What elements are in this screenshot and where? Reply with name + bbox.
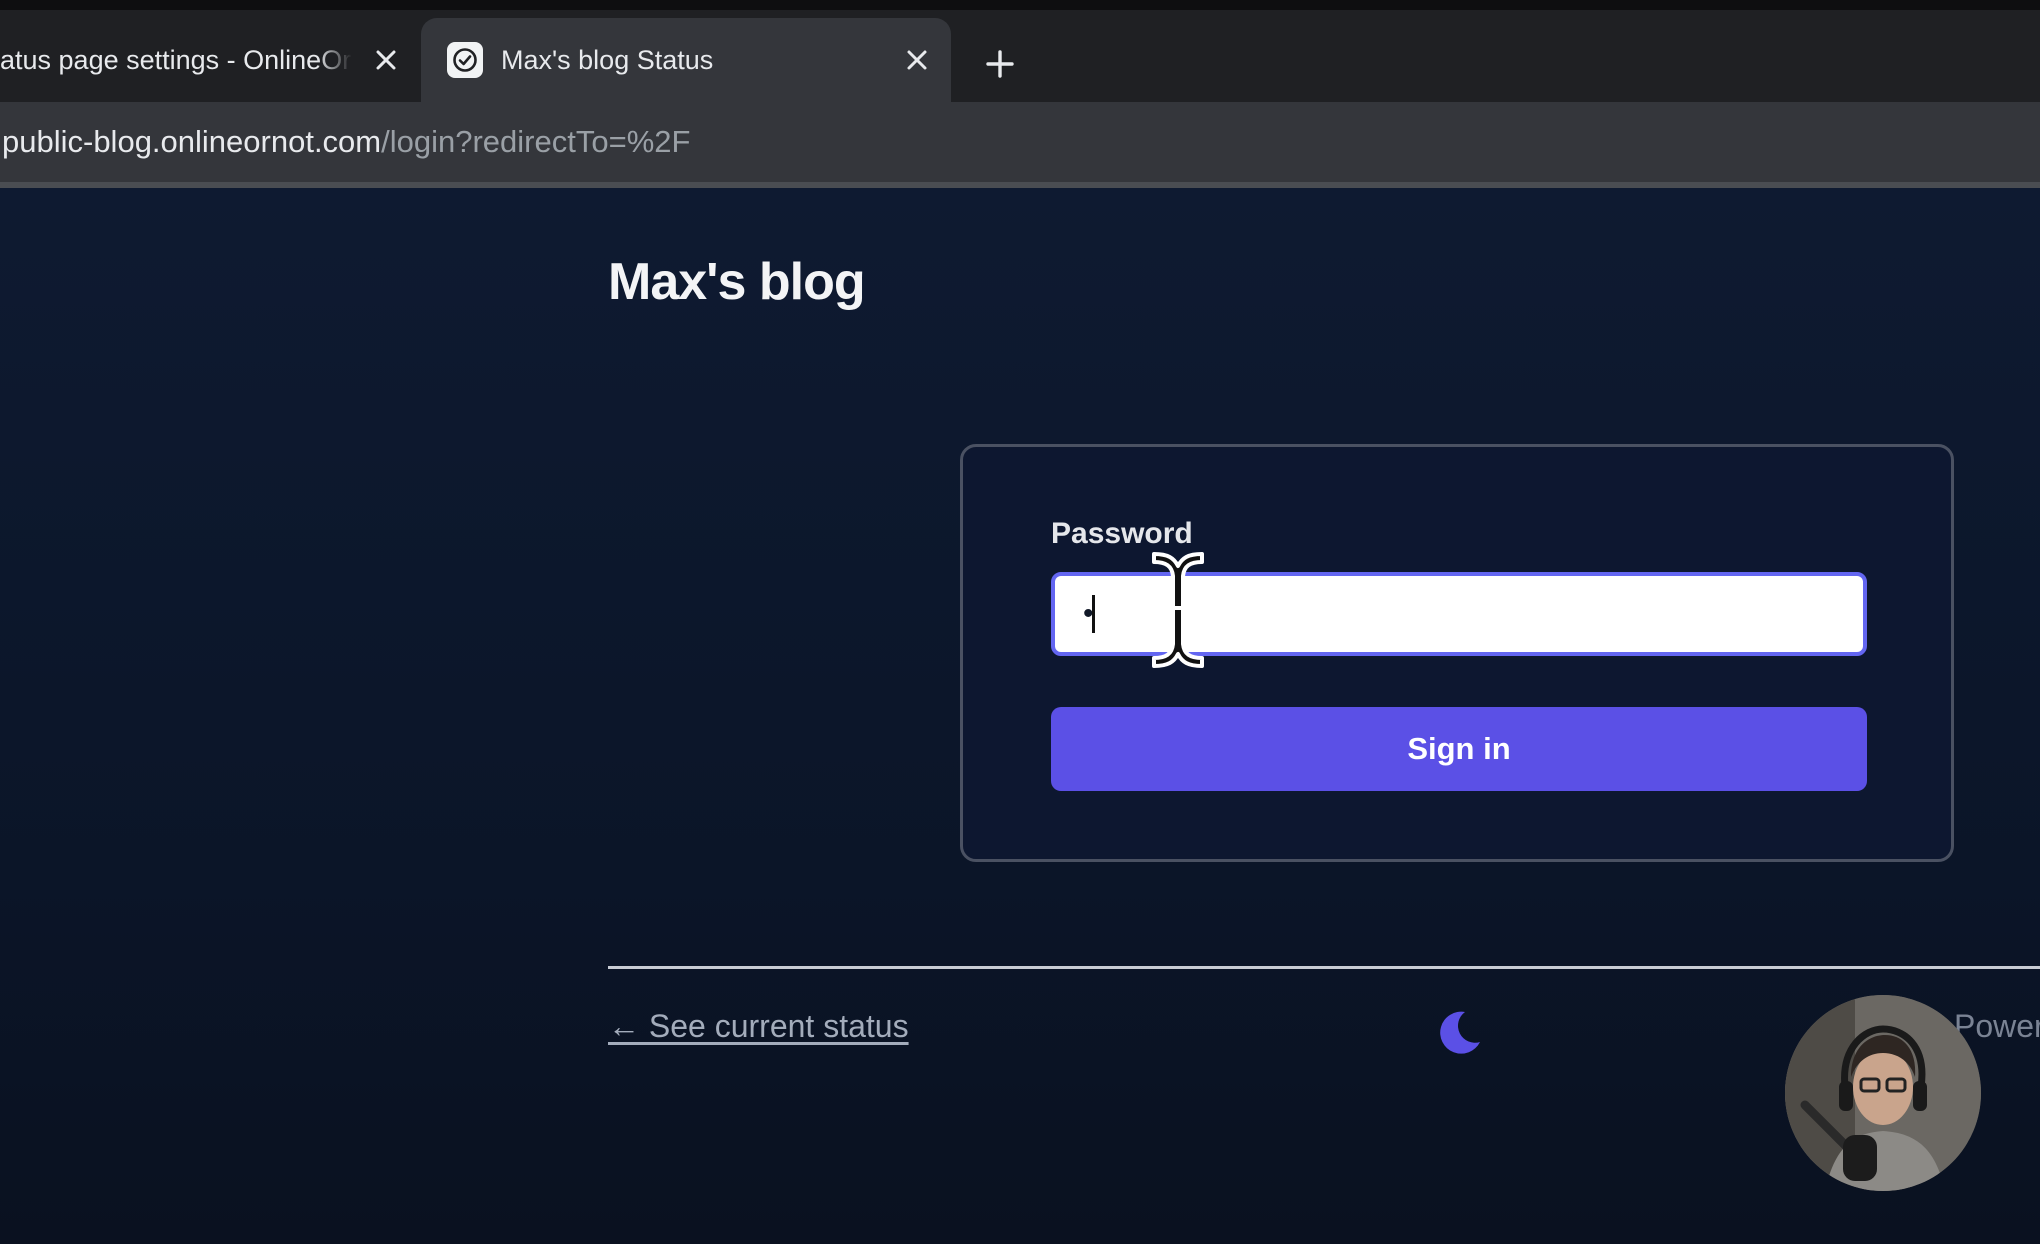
- text-cursor-icon: [1146, 548, 1210, 672]
- window-top-edge: [0, 0, 2040, 10]
- new-tab-plus-icon[interactable]: [980, 44, 1020, 84]
- moon-icon[interactable]: [1432, 1006, 1484, 1058]
- see-current-status-link[interactable]: ← See current status: [608, 1008, 909, 1045]
- close-tab-icon[interactable]: [370, 44, 402, 76]
- close-tab-icon[interactable]: [901, 44, 933, 76]
- tab-max-blog-status[interactable]: Max's blog Status: [421, 18, 951, 102]
- text-caret: [1092, 595, 1095, 633]
- browser-window: atus page settings - OnlineOrNot Max's b…: [0, 0, 2040, 1244]
- webcam-overlay: [1785, 995, 1981, 1191]
- url-host: public-blog.onlineornot.com: [2, 124, 382, 159]
- sign-in-button[interactable]: Sign in: [1051, 707, 1867, 791]
- site-title: Max's blog: [608, 253, 866, 311]
- page-content: Max's blog Password Sign in ← See curren…: [0, 188, 2040, 1244]
- address-bar[interactable]: public-blog.onlineornot.com/login?redire…: [0, 102, 2040, 182]
- login-card: Password Sign in: [960, 444, 1954, 862]
- tab-title: atus page settings - OnlineOrNot: [0, 44, 352, 75]
- tab-status-page-settings[interactable]: atus page settings - OnlineOrNot: [0, 18, 416, 102]
- password-label: Password: [1051, 517, 1193, 550]
- url-text[interactable]: public-blog.onlineornot.com/login?redire…: [2, 102, 690, 182]
- checkmark-circle-icon: [447, 42, 483, 78]
- tab-bar: atus page settings - OnlineOrNot Max's b…: [0, 10, 2040, 102]
- footer-divider: [608, 966, 2040, 969]
- url-path: /login?redirectTo=%2F: [381, 124, 691, 159]
- tab-title: Max's blog Status: [501, 44, 714, 75]
- powered-by-text: Powered by OnlineOrNot: [1954, 1008, 2040, 1044]
